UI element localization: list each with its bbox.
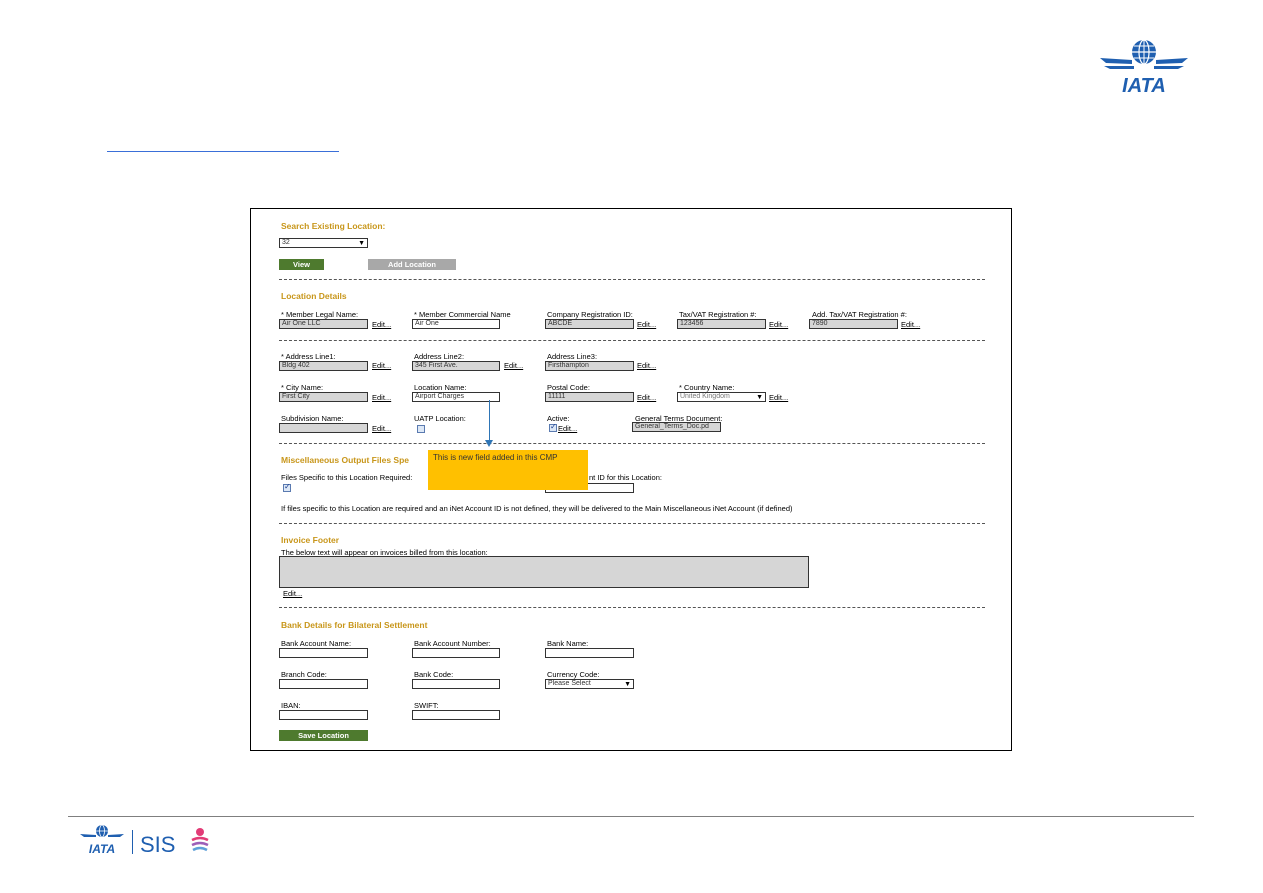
iata-logo-text: IATA [1122,75,1166,97]
location-details-title: Location Details [281,291,347,301]
divider [279,340,985,341]
edit-country-link[interactable]: Edit... [769,393,788,402]
edit-add-tax-reg-link[interactable]: Edit... [901,320,920,329]
edit-legal-name-link[interactable]: Edit... [372,320,391,329]
bank-code-input[interactable] [412,679,500,689]
bank-details-title: Bank Details for Bilateral Settlement [281,620,428,630]
inet-account-label: nt ID for this Location: [589,473,662,482]
divider [279,443,985,444]
address3-label: Address Line3: [547,352,598,361]
callout-arrow-line [489,400,490,444]
legal-name-field: Air One LLC [279,319,368,329]
edit-address2-link[interactable]: Edit... [504,361,523,370]
address1-field: Bldg 402 [279,361,368,371]
company-reg-label: Company Registration ID: [547,310,633,319]
tax-reg-field: 123456 [677,319,766,329]
commercial-name-input[interactable]: Air One [412,319,500,329]
currency-code-select[interactable]: Please Select ▼ [545,679,634,689]
country-label: * Country Name: [679,383,735,392]
location-select[interactable]: 32 ▼ [279,238,368,248]
view-button[interactable]: View [279,259,324,270]
commercial-name-label: * Member Commercial Name [414,310,511,319]
bank-name-input[interactable] [545,648,634,658]
add-location-button[interactable]: Add Location [368,259,456,270]
add-tax-reg-label: Add. Tax/VAT Registration #: [812,310,907,319]
header-link-underline [107,151,339,152]
branch-code-input[interactable] [279,679,368,689]
edit-tax-reg-link[interactable]: Edit... [769,320,788,329]
chevron-down-icon: ▼ [756,394,763,401]
edit-invoice-footer-link[interactable]: Edit... [283,589,302,598]
uatp-checkbox[interactable] [417,425,425,433]
address1-label: * Address Line1: [281,352,336,361]
new-field-callout: This is new field added in this CMP [428,450,588,490]
bank-name-label: Bank Name: [547,639,589,648]
add-tax-reg-field: 7890 [809,319,898,329]
location-name-input[interactable]: Airport Charges [412,392,500,402]
files-specific-checkbox[interactable] [283,482,291,492]
callout-arrow-head [485,440,493,447]
postal-label: Postal Code: [547,383,590,392]
invoice-footer-textarea [279,556,809,588]
divider [279,607,985,608]
location-form-panel: Search Existing Location: 32 ▼ View Add … [250,208,1012,751]
edit-subdivision-link[interactable]: Edit... [372,424,391,433]
iban-label: IBAN: [281,701,301,710]
iata-logo: IATA [1100,39,1188,97]
footer-sis-text: SIS [140,832,175,857]
files-specific-label: Files Specific to this Location Required… [281,473,413,482]
address2-label: Address Line2: [414,352,465,361]
terms-field[interactable]: General_Terms_Doc.pd [632,422,721,432]
tax-reg-label: Tax/VAT Registration #: [679,310,757,319]
divider [279,523,985,524]
iban-input[interactable] [279,710,368,720]
postal-field: 11111 [545,392,634,402]
footer-iata-text: IATA [89,842,115,856]
city-field: First City [279,392,368,402]
country-select-value: United Kingdom [680,393,730,400]
edit-company-reg-link[interactable]: Edit... [637,320,656,329]
location-select-value: 32 [282,239,290,246]
misc-output-title: Miscellaneous Output Files Spe [281,455,409,465]
edit-city-link[interactable]: Edit... [372,393,391,402]
legal-name-label: * Member Legal Name: [281,310,359,319]
chevron-down-icon: ▼ [624,681,631,688]
city-label: * City Name: [281,383,324,392]
footer-divider [68,816,1194,817]
edit-postal-link[interactable]: Edit... [637,393,656,402]
invoice-footer-title: Invoice Footer [281,535,340,545]
save-location-button[interactable]: Save Location [279,730,368,741]
country-select[interactable]: United Kingdom ▼ [677,392,766,402]
swift-input[interactable] [412,710,500,720]
subdivision-field [279,423,368,433]
currency-code-value: Please Select [548,680,591,687]
company-reg-field: ABCDE [545,319,634,329]
edit-address3-link[interactable]: Edit... [637,361,656,370]
edit-active-link[interactable]: Edit... [558,424,577,433]
uatp-label: UATP Location: [414,414,466,423]
divider [279,279,985,280]
bank-account-name-label: Bank Account Name: [281,639,352,648]
search-title: Search Existing Location: [281,221,386,231]
swift-label: SWIFT: [414,701,439,710]
currency-code-label: Currency Code: [547,670,600,679]
chevron-down-icon: ▼ [358,240,365,247]
address2-field: 345 First Ave. [412,361,500,371]
bank-account-number-label: Bank Account Number: [414,639,491,648]
bank-code-label: Bank Code: [414,670,454,679]
branch-code-label: Branch Code: [281,670,327,679]
footer-logo: IATA SIS [80,824,209,857]
location-name-label: Location Name: [414,383,467,392]
misc-note: If files specific to this Location are r… [281,504,793,513]
bank-account-number-input[interactable] [412,648,500,658]
subdivision-label: Subdivision Name: [281,414,344,423]
address3-field: Firsthampton [545,361,634,371]
bank-account-name-input[interactable] [279,648,368,658]
edit-address1-link[interactable]: Edit... [372,361,391,370]
active-checkbox[interactable] [549,422,557,432]
